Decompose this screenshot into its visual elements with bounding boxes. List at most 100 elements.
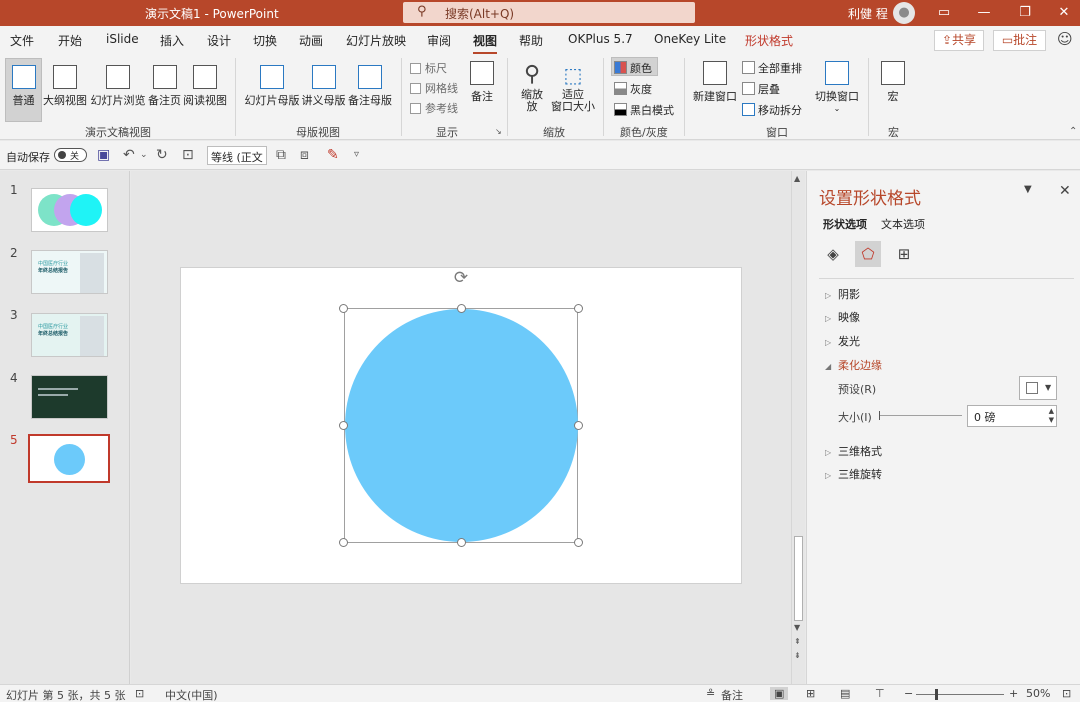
undo-icon[interactable]: ↶: [123, 147, 135, 163]
section-soft-edges[interactable]: ◢ 柔化边缘: [825, 357, 882, 373]
tab-text-options[interactable]: 文本选项: [881, 216, 925, 232]
resize-handle-n[interactable]: [457, 304, 466, 313]
tab-okplus[interactable]: OKPlus 5.7: [568, 32, 633, 46]
notes-button[interactable]: 备注: [468, 58, 496, 104]
tab-shape-options[interactable]: 形状选项: [823, 216, 867, 232]
close-icon[interactable]: ✕: [1059, 183, 1071, 199]
outline-view-button[interactable]: 大纲视图: [43, 58, 87, 108]
gridlines-checkbox[interactable]: 网格线: [410, 80, 458, 96]
zoom-in-icon[interactable]: +: [1009, 687, 1018, 700]
tab-home[interactable]: 开始: [58, 32, 82, 49]
minimize-button[interactable]: —: [972, 3, 996, 23]
customize-qat-icon[interactable]: ▿: [354, 149, 359, 160]
zoom-slider-thumb[interactable]: [935, 689, 938, 700]
effects-icon[interactable]: ⬠: [855, 241, 881, 267]
notes-toggle-icon[interactable]: ≗: [706, 687, 715, 700]
spinner-icon[interactable]: ▲ ▼: [1049, 407, 1054, 425]
resize-handle-nw[interactable]: [339, 304, 348, 313]
slide-master-button[interactable]: 幻灯片母版: [244, 58, 300, 108]
tab-slideshow[interactable]: 幻灯片放映: [346, 32, 406, 49]
new-window-button[interactable]: 新建窗口: [692, 58, 738, 104]
feedback-smiley-icon[interactable]: ☺: [1057, 30, 1073, 48]
bw-option[interactable]: 黑白模式: [614, 102, 674, 118]
arrange-shapes-icon[interactable]: ⧈: [300, 147, 309, 163]
ruler-checkbox[interactable]: 标尺: [410, 60, 447, 76]
slide-sorter-status-icon[interactable]: ⊞: [806, 687, 815, 700]
save-icon[interactable]: ▣: [97, 147, 110, 163]
handout-master-button[interactable]: 讲义母版: [301, 58, 346, 108]
zoom-button[interactable]: ⚲ 缩放 放: [516, 58, 548, 114]
tab-review[interactable]: 审阅: [427, 32, 451, 49]
vertical-scrollbar[interactable]: ▲ ▼ ⇞ ⇟: [791, 171, 805, 684]
resize-handle-sw[interactable]: [339, 538, 348, 547]
fit-window-button[interactable]: ⬚ 适应 窗口大小: [550, 58, 596, 114]
format-painter-icon[interactable]: ✎: [327, 147, 339, 163]
notes-page-button[interactable]: 备注页: [147, 58, 182, 108]
switch-window-button[interactable]: 切换窗口 ⌄: [814, 58, 860, 113]
avatar[interactable]: ●: [893, 2, 915, 24]
scroll-up-icon[interactable]: ▲: [794, 174, 800, 183]
section-glow[interactable]: ▷ 发光: [825, 333, 860, 349]
scroll-down-icon[interactable]: ▼: [794, 623, 800, 632]
size-input[interactable]: 0 磅 ▲ ▼: [967, 405, 1057, 427]
slide-thumbnail-3[interactable]: 中国医疗行业 年终总结报告: [31, 313, 108, 357]
zoom-level[interactable]: 50%: [1026, 687, 1050, 700]
autosave-toggle[interactable]: 关: [54, 148, 87, 162]
comment-button[interactable]: ▭批注: [993, 30, 1046, 51]
move-split-button[interactable]: 移动拆分: [742, 102, 802, 118]
tab-animations[interactable]: 动画: [299, 32, 323, 49]
normal-view-button[interactable]: 普通: [5, 58, 42, 122]
resize-handle-s[interactable]: [457, 538, 466, 547]
next-slide-icon[interactable]: ⇟: [794, 651, 801, 660]
resize-handle-w[interactable]: [339, 421, 348, 430]
fill-line-icon[interactable]: ◈: [820, 241, 846, 267]
dialog-launcher-icon[interactable]: ↘: [495, 127, 502, 136]
restore-button[interactable]: ❐: [1013, 3, 1037, 23]
guides-checkbox[interactable]: 参考线: [410, 100, 458, 116]
section-shadow[interactable]: ▷ 阴影: [825, 286, 860, 302]
preset-dropdown[interactable]: ▼: [1019, 376, 1057, 400]
tab-help[interactable]: 帮助: [519, 32, 543, 49]
tab-islide[interactable]: iSlide: [106, 32, 139, 46]
scrollbar-thumb[interactable]: [794, 536, 803, 621]
reading-view-button[interactable]: 阅读视图: [183, 58, 227, 108]
reading-view-status-icon[interactable]: ▤: [840, 687, 850, 700]
undo-dropdown-icon[interactable]: ⌄: [140, 150, 148, 160]
tab-view[interactable]: 视图: [473, 32, 498, 54]
slide-thumbnail-2[interactable]: 中国医疗行业 年终总结报告: [31, 250, 108, 294]
tab-design[interactable]: 设计: [207, 32, 231, 49]
size-slider[interactable]: [880, 415, 962, 416]
notes-toggle[interactable]: 备注: [721, 687, 743, 702]
tab-transitions[interactable]: 切换: [253, 32, 277, 49]
tab-file[interactable]: 文件: [10, 32, 34, 49]
slide-sorter-button[interactable]: 幻灯片浏览: [89, 58, 147, 108]
ribbon-display-button[interactable]: ▭: [932, 3, 956, 23]
color-option[interactable]: 颜色: [614, 60, 652, 76]
tab-insert[interactable]: 插入: [160, 32, 184, 49]
size-properties-icon[interactable]: ⊞: [891, 241, 917, 267]
tab-shape-format[interactable]: 形状格式: [745, 32, 793, 49]
slide-thumbnail-4[interactable]: [31, 375, 108, 419]
arrange-all-button[interactable]: 全部重排: [742, 60, 802, 76]
slide-thumbnail-5[interactable]: [28, 434, 110, 483]
collapse-ribbon-icon[interactable]: ⌃: [1069, 126, 1077, 137]
rotate-handle-icon[interactable]: ⟳: [451, 268, 471, 288]
grayscale-option[interactable]: 灰度: [614, 81, 652, 97]
share-button[interactable]: ⇪共享: [934, 30, 984, 51]
font-selector[interactable]: 等线 (正文⌄: [207, 146, 267, 177]
resize-handle-e[interactable]: [574, 421, 583, 430]
normal-view-status-icon[interactable]: ▣: [770, 687, 789, 700]
zoom-out-icon[interactable]: −: [904, 687, 913, 700]
section-reflection[interactable]: ▷ 映像: [825, 309, 860, 325]
present-icon[interactable]: ⊡: [182, 147, 194, 163]
section-3d-rotation[interactable]: ▷ 三维旋转: [825, 466, 882, 482]
group-shapes-icon[interactable]: ⧉: [276, 147, 286, 163]
resize-handle-se[interactable]: [574, 538, 583, 547]
fit-slide-icon[interactable]: ⊡: [1062, 687, 1071, 700]
search-box[interactable]: ⚲ 搜索(Alt+Q): [403, 2, 695, 23]
prev-slide-icon[interactable]: ⇞: [794, 637, 801, 646]
tab-onekey[interactable]: OneKey Lite: [654, 32, 726, 46]
accessibility-icon[interactable]: ⊡: [135, 687, 144, 700]
language-indicator[interactable]: 中文(中国): [165, 687, 218, 702]
resize-handle-ne[interactable]: [574, 304, 583, 313]
